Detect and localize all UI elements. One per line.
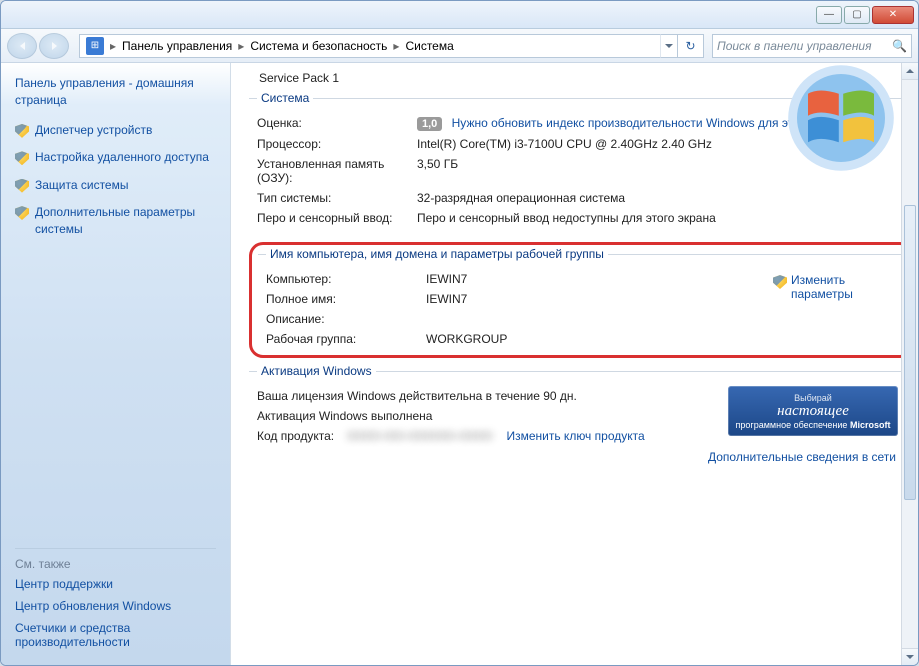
refresh-icon: ↻ <box>685 39 695 53</box>
chevron-down-icon <box>906 655 914 659</box>
computer-value: IEWIN7 <box>426 272 773 286</box>
sidebar-link-advanced-settings[interactable]: Дополнительные параметры системы <box>35 204 216 239</box>
breadcrumb-0[interactable]: Панель управления <box>118 39 236 53</box>
system-properties-window: — ▢ ✕ ⊞ ▸ Панель управления ▸ Система и … <box>0 0 919 666</box>
control-panel-icon: ⊞ <box>86 37 104 55</box>
search-placeholder: Поиск в панели управления <box>717 39 872 53</box>
chevron-up-icon <box>906 69 914 73</box>
pen-label: Перо и сенсорный ввод: <box>257 211 417 225</box>
chevron-right-icon: ▸ <box>236 39 246 53</box>
license-text: Ваша лицензия Windows действительна в те… <box>257 389 718 403</box>
shield-icon <box>773 275 787 289</box>
activated-text: Активация Windows выполнена <box>257 409 718 423</box>
chevron-right-icon: ▸ <box>391 39 401 53</box>
breadcrumb-2[interactable]: Система <box>401 39 457 53</box>
system-legend: Система <box>257 91 313 105</box>
shield-icon <box>15 179 29 193</box>
scroll-down-button[interactable] <box>902 648 918 665</box>
sidebar-home-link[interactable]: Панель управления - домашняя страница <box>15 75 216 110</box>
cpu-label: Процессор: <box>257 137 417 151</box>
scroll-up-button[interactable] <box>902 63 918 80</box>
address-bar[interactable]: ⊞ ▸ Панель управления ▸ Система и безопа… <box>79 34 704 58</box>
arrow-right-icon <box>52 42 57 50</box>
computer-label: Компьютер: <box>266 272 426 286</box>
forward-button[interactable] <box>39 33 69 59</box>
breadcrumb-1[interactable]: Система и безопасность <box>246 39 391 53</box>
windows-logo-icon <box>786 63 896 173</box>
product-id-label: Код продукта: <box>257 429 347 443</box>
maximize-button[interactable]: ▢ <box>844 6 870 24</box>
activation-legend: Активация Windows <box>257 364 376 378</box>
change-product-key-link[interactable]: Изменить ключ продукта <box>506 429 644 443</box>
ram-label: Установленная память (ОЗУ): <box>257 157 417 185</box>
sidebar-see-also: См. также Центр поддержки Центр обновлен… <box>15 548 216 657</box>
genuine-microsoft-banner[interactable]: Выбирай настоящее программное обеспечени… <box>728 386 898 436</box>
computer-name-section: Имя компьютера, имя домена и параметры р… <box>258 247 905 353</box>
sidebar-link-device-manager[interactable]: Диспетчер устройств <box>35 122 152 139</box>
sidebar-link-remote-settings[interactable]: Настройка удаленного доступа <box>35 149 209 166</box>
more-info-online-link[interactable]: Дополнительные сведения в сети <box>257 450 896 464</box>
scroll-thumb[interactable] <box>904 205 916 500</box>
see-also-heading: См. также <box>15 557 216 571</box>
minimize-button[interactable]: — <box>816 6 842 24</box>
content-pane: Service Pack 1 Система Оценка: 1,0 <box>231 63 918 665</box>
activation-section: Активация Windows Выбирай настоящее прог… <box>249 364 910 468</box>
workgroup-value: WORKGROUP <box>426 332 899 346</box>
arrow-left-icon <box>20 42 25 50</box>
sidebar-also-support-center[interactable]: Центр поддержки <box>15 577 216 591</box>
change-params-link[interactable]: Изменить параметры <box>773 273 893 301</box>
refresh-button[interactable]: ↻ <box>678 34 704 58</box>
chevron-down-icon <box>665 44 673 48</box>
rating-label: Оценка: <box>257 116 417 131</box>
vertical-scrollbar[interactable] <box>901 63 918 665</box>
shield-icon <box>15 124 29 138</box>
rating-badge: 1,0 <box>417 117 442 131</box>
close-button[interactable]: ✕ <box>872 6 914 24</box>
sidebar: Панель управления - домашняя страница Ди… <box>1 63 231 665</box>
systype-value: 32-разрядная операционная система <box>417 191 904 205</box>
domain-legend: Имя компьютера, имя домена и параметры р… <box>266 247 608 261</box>
search-input[interactable]: Поиск в панели управления 🔍 <box>712 34 912 58</box>
shield-icon <box>15 151 29 165</box>
sidebar-also-perf-tools[interactable]: Счетчики и средства производительности <box>15 621 216 649</box>
sidebar-also-windows-update[interactable]: Центр обновления Windows <box>15 599 216 613</box>
sidebar-link-system-protection[interactable]: Защита системы <box>35 177 128 194</box>
search-icon: 🔍 <box>892 39 907 53</box>
shield-icon <box>15 206 29 220</box>
scroll-track[interactable] <box>902 80 918 648</box>
address-dropdown[interactable] <box>660 34 678 58</box>
back-button[interactable] <box>7 33 37 59</box>
highlighted-section: Имя компьютера, имя домена и параметры р… <box>249 242 914 358</box>
systype-label: Тип системы: <box>257 191 417 205</box>
description-value <box>426 312 899 326</box>
navigation-bar: ⊞ ▸ Панель управления ▸ Система и безопа… <box>1 29 918 63</box>
fullname-value: IEWIN7 <box>426 292 773 306</box>
product-id-value: 00000-000-0000000-00000 <box>347 429 492 443</box>
chevron-right-icon: ▸ <box>108 39 118 53</box>
titlebar: — ▢ ✕ <box>1 1 918 29</box>
pen-value: Перо и сенсорный ввод недоступны для это… <box>417 211 904 225</box>
fullname-label: Полное имя: <box>266 292 426 306</box>
workgroup-label: Рабочая группа: <box>266 332 426 346</box>
description-label: Описание: <box>266 312 426 326</box>
